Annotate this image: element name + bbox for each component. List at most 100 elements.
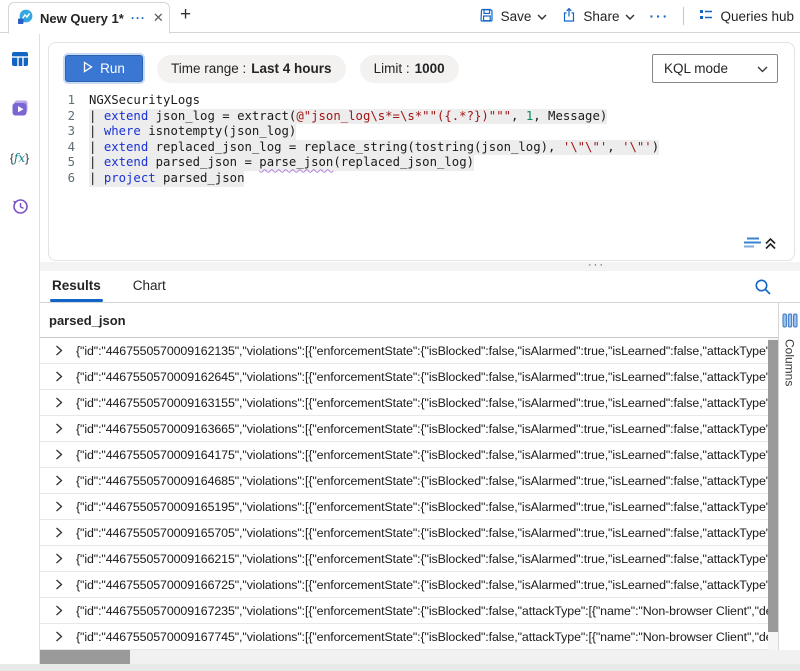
left-sidebar: {fx}: [0, 33, 40, 671]
tab-title: New Query 1*: [40, 11, 124, 26]
expand-chevron-icon[interactable]: [55, 501, 63, 512]
code-token: extend: [104, 109, 148, 123]
save-label: Save: [501, 9, 532, 24]
table-row[interactable]: {"id":"4467550570009167235","violations"…: [40, 598, 768, 624]
columns-side-panel[interactable]: Columns: [778, 303, 800, 650]
row-json-text: {"id":"4467550570009164685","violations"…: [76, 474, 768, 488]
history-icon: [10, 196, 30, 219]
splitter-grip-icon[interactable]: ···: [588, 259, 605, 271]
code-token: (replaced_json_log): [333, 155, 474, 169]
limit-value: 1000: [415, 61, 445, 76]
tab-close-icon[interactable]: ✕: [153, 10, 164, 26]
query-toolbar: Run Time range : Last 4 hours Limit : 10…: [49, 43, 794, 91]
run-label: Run: [100, 61, 125, 76]
expand-chevron-icon[interactable]: [55, 605, 63, 616]
line-content: | extend parsed_json = parse_json(replac…: [89, 155, 474, 171]
query-mode-select[interactable]: KQL mode: [652, 54, 778, 83]
share-label: Share: [583, 9, 619, 24]
row-json-text: {"id":"4467550570009165705","violations"…: [76, 526, 768, 540]
sidebar-item-functions[interactable]: {fx}: [9, 147, 31, 169]
adx-app-icon: [17, 9, 33, 28]
expand-chevron-icon[interactable]: [55, 423, 63, 434]
row-json-text: {"id":"4467550570009162645","violations"…: [76, 370, 768, 384]
queries-hub-icon: [698, 7, 714, 26]
expand-chevron-icon[interactable]: [55, 579, 63, 590]
table-row[interactable]: {"id":"4467550570009165705","violations"…: [40, 520, 768, 546]
code-token: @"json_log\s*=\s*""({.*?})""": [296, 109, 511, 123]
vertical-scrollbar[interactable]: [768, 338, 778, 650]
bottom-edge: [0, 664, 800, 671]
query-editor[interactable]: 1 NGXSecurityLogs 2 | extend json_log = …: [49, 93, 794, 187]
run-button[interactable]: Run: [65, 55, 143, 82]
table-row[interactable]: {"id":"4467550570009164685","violations"…: [40, 468, 768, 494]
code-token: '\"\"': [563, 140, 607, 154]
tab-results[interactable]: Results: [50, 278, 103, 302]
more-options-icon[interactable]: ···: [649, 8, 669, 24]
table-row[interactable]: {"id":"4467550570009163155","violations"…: [40, 390, 768, 416]
table-row[interactable]: {"id":"4467550570009166215","violations"…: [40, 546, 768, 572]
line-number: 6: [49, 171, 89, 187]
line-number: 2: [49, 109, 89, 125]
expand-chevron-icon[interactable]: [55, 371, 63, 382]
expand-chevron-icon[interactable]: [55, 449, 63, 460]
panel-splitter[interactable]: ···: [40, 262, 800, 271]
expand-chevron-icon[interactable]: [55, 397, 63, 408]
line-content: NGXSecurityLogs: [89, 93, 200, 109]
expand-chevron-icon[interactable]: [55, 553, 63, 564]
table-row[interactable]: {"id":"4467550570009162645","violations"…: [40, 364, 768, 390]
queries-hub-button[interactable]: Queries hub: [698, 7, 794, 26]
code-token: NGXSecurityLogs: [89, 93, 200, 107]
functions-icon: {fx}: [10, 151, 29, 165]
code-line[interactable]: 4 | extend replaced_json_log = replace_s…: [49, 140, 794, 156]
column-header-parsed-json[interactable]: parsed_json: [40, 303, 778, 338]
chevron-down-icon: [537, 9, 547, 24]
vertical-scrollbar-thumb[interactable]: [768, 340, 778, 632]
tab-more-icon[interactable]: ···: [131, 11, 146, 25]
table-row[interactable]: {"id":"4467550570009163665","violations"…: [40, 416, 768, 442]
table-row[interactable]: {"id":"4467550570009162135","violations"…: [40, 338, 768, 364]
saved-queries-icon: [10, 98, 30, 121]
code-token: , Message): [533, 109, 607, 123]
table-row[interactable]: {"id":"4467550570009166725","violations"…: [40, 572, 768, 598]
new-tab-button[interactable]: +: [180, 4, 191, 26]
code-line[interactable]: 3 | where isnotempty(json_log): [49, 124, 794, 140]
code-token: extend: [104, 140, 148, 154]
save-button[interactable]: Save: [479, 7, 548, 26]
code-line[interactable]: 6 | project parsed_json: [49, 171, 794, 187]
query-mode-value: KQL mode: [664, 61, 728, 76]
chevron-down-icon: [625, 9, 635, 24]
row-json-text: {"id":"4467550570009167745","violations"…: [76, 630, 768, 644]
expand-chevron-icon[interactable]: [55, 631, 63, 642]
code-token: ,: [511, 109, 526, 123]
collapse-editor-button[interactable]: [742, 235, 778, 254]
row-json-text: {"id":"4467550570009165195","violations"…: [76, 500, 768, 514]
limit-picker[interactable]: Limit : 1000: [360, 55, 459, 83]
expand-chevron-icon[interactable]: [55, 345, 63, 356]
tab-new-query[interactable]: New Query 1* ··· ✕: [8, 2, 170, 34]
expand-chevron-icon[interactable]: [55, 527, 63, 538]
expand-chevron-icon[interactable]: [55, 475, 63, 486]
code-line[interactable]: 1 NGXSecurityLogs: [49, 93, 794, 109]
table-row[interactable]: {"id":"4467550570009164175","violations"…: [40, 442, 768, 468]
table-row[interactable]: {"id":"4467550570009165195","violations"…: [40, 494, 768, 520]
queries-hub-label: Queries hub: [720, 9, 794, 24]
table-icon: [10, 49, 30, 72]
sidebar-item-saved-queries[interactable]: [9, 98, 31, 120]
horizontal-scrollbar[interactable]: [40, 650, 800, 664]
table-row[interactable]: {"id":"4467550570009167745","violations"…: [40, 624, 768, 650]
code-token: isnotempty(json_log): [141, 124, 296, 138]
sidebar-item-query-history[interactable]: [9, 196, 31, 218]
time-range-label: Time range :: [171, 61, 246, 76]
sidebar-item-tables[interactable]: [9, 49, 31, 71]
code-line[interactable]: 2 | extend json_log = extract(@"json_log…: [49, 109, 794, 125]
tab-chart[interactable]: Chart: [131, 278, 168, 302]
column-header-label: parsed_json: [49, 313, 126, 328]
search-results-button[interactable]: [754, 278, 772, 299]
code-token: replaced_json_log = replace_string(tostr…: [148, 140, 563, 154]
code-line[interactable]: 5 | extend parsed_json = parse_json(repl…: [49, 155, 794, 171]
share-button[interactable]: Share: [561, 7, 635, 26]
line-number: 5: [49, 155, 89, 171]
horizontal-scrollbar-thumb[interactable]: [40, 650, 130, 664]
save-icon: [479, 7, 495, 26]
time-range-picker[interactable]: Time range : Last 4 hours: [157, 55, 346, 83]
